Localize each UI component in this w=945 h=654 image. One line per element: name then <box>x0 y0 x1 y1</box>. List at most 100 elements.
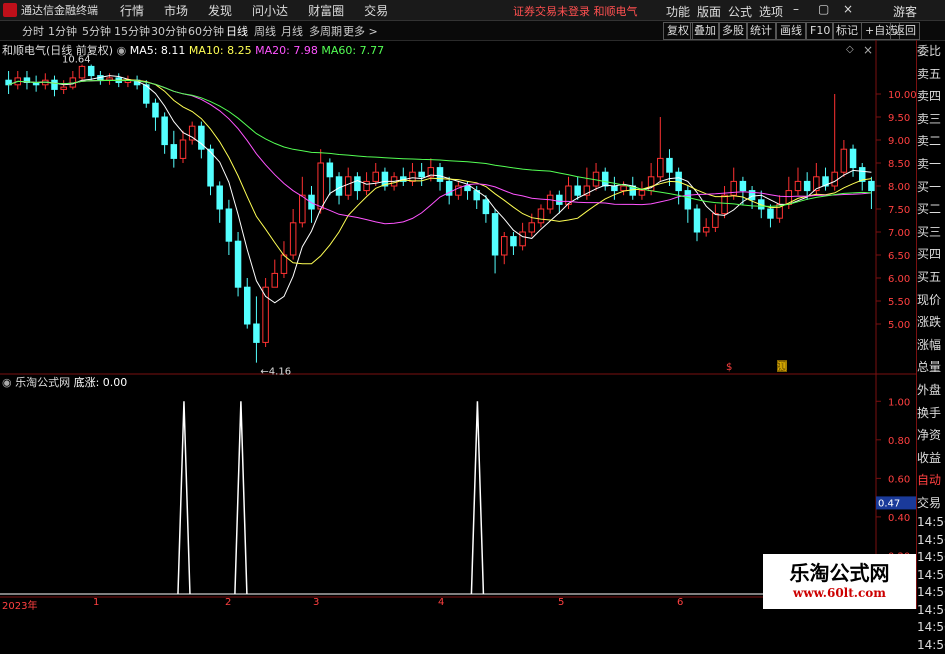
multi-stock-button[interactable]: 多股 <box>718 22 748 40</box>
side-panel-item: 收益 <box>917 450 942 465</box>
adjust-button[interactable]: 复权 <box>663 22 693 40</box>
ma5-label: MA5: 8.11 <box>129 44 186 57</box>
date-tick: 5 <box>558 597 565 608</box>
indicator-tick-label: 0.80 <box>888 436 910 447</box>
draw-button[interactable]: 画线 <box>776 22 806 40</box>
menu-options[interactable]: 选项 <box>759 3 783 20</box>
price-tick-label: 8.00 <box>888 182 910 193</box>
candle-down <box>611 185 618 192</box>
side-panel-item: 买二 <box>917 202 942 217</box>
period-monthly[interactable]: 月线 <box>281 23 303 39</box>
side-panel-item: 买五 <box>917 269 942 284</box>
max-icon[interactable]: ▢ <box>818 2 829 16</box>
candle-up <box>528 222 536 233</box>
period-multi[interactable]: 多周期 <box>309 23 342 39</box>
menu-market[interactable]: 市场 <box>164 2 188 19</box>
candle-up <box>831 171 838 187</box>
f10-button[interactable]: F10 <box>806 22 835 40</box>
price-tick-label: 8.50 <box>888 159 910 170</box>
candle-up <box>721 194 728 215</box>
candle-down <box>803 180 811 192</box>
period-1min[interactable]: 1分钟 <box>48 23 77 39</box>
diamond-icon[interactable]: ◇ <box>846 44 854 55</box>
side-panel-item: 卖二 <box>917 134 942 149</box>
period-intraday[interactable]: 分时 <box>22 23 44 39</box>
candle-down <box>335 176 343 196</box>
candle-up <box>840 148 848 173</box>
candle-up <box>317 162 324 210</box>
menu-wealth[interactable]: 财富圈 <box>308 2 344 19</box>
side-panel-item: 14:56 <box>917 550 945 565</box>
settings-icon[interactable]: ◉ <box>117 44 127 57</box>
menu-function[interactable]: 功能 <box>666 3 690 20</box>
mark-button[interactable]: 标记 <box>832 22 862 40</box>
side-panel-item: 买一 <box>917 179 942 194</box>
period-15min[interactable]: 15分钟 <box>114 23 150 39</box>
period-daily[interactable]: 日线 <box>226 23 248 39</box>
side-panel-item: 买四 <box>917 247 942 262</box>
candle-up <box>188 125 196 141</box>
period-60min[interactable]: 60分钟 <box>188 23 224 39</box>
menu-discover[interactable]: 发现 <box>208 2 232 19</box>
candle-down <box>253 323 260 343</box>
stats-button[interactable]: 统计 <box>746 22 776 40</box>
menu-formula[interactable]: 公式 <box>728 3 752 20</box>
side-panel-item: 14:56 <box>917 532 945 547</box>
candle-up <box>546 194 554 210</box>
close-icon[interactable]: × <box>843 2 853 16</box>
candle-down <box>87 65 95 77</box>
price-tick-label: 10.00 <box>888 90 916 101</box>
period-30min[interactable]: 30分钟 <box>151 23 187 39</box>
candle-down <box>491 213 499 256</box>
side-panel-item: 净资 <box>917 428 942 443</box>
ma-info-line: 和顺电气(日线 前复权) ◉ MA5: 8.11 MA10: 8.25 MA20… <box>2 42 384 58</box>
side-panel-item: 卖五 <box>917 66 942 81</box>
side-panel-item: 卖三 <box>917 111 942 126</box>
candle-up <box>537 208 545 224</box>
candle-up <box>794 180 802 192</box>
candle-down <box>243 286 251 325</box>
menu-ask[interactable]: 问小达 <box>252 2 288 19</box>
side-panel-item: 卖一 <box>917 156 942 171</box>
period-5min[interactable]: 5分钟 <box>82 23 111 39</box>
price-tick-label: 5.50 <box>888 297 910 308</box>
period-more[interactable]: 更多 > <box>343 23 378 39</box>
side-panel-item: 14:56 <box>917 620 945 635</box>
back-button[interactable]: 返回 <box>890 22 920 40</box>
candle-down <box>601 171 609 187</box>
indicator-name: 乐淘公式网 <box>15 376 71 389</box>
candle-down <box>767 208 774 219</box>
side-panel-item: 14:56 <box>917 602 945 617</box>
min-icon[interactable]: – <box>793 2 799 16</box>
candle-up <box>179 139 187 159</box>
candle-up <box>363 180 370 192</box>
side-panel-item: 换手 <box>917 405 942 420</box>
candle-down <box>482 199 490 215</box>
overlay-button[interactable]: 叠加 <box>690 22 720 40</box>
low-price-label: ←4.16 <box>260 367 291 378</box>
period-weekly[interactable]: 周线 <box>254 23 276 39</box>
login-warning: 证券交易未登录 和顺电气 <box>513 5 638 18</box>
candle-up <box>620 185 627 192</box>
candle-down <box>849 148 857 169</box>
menu-layout[interactable]: 版面 <box>697 3 721 20</box>
candle-up <box>299 194 306 224</box>
guest-label[interactable]: 游客 <box>893 3 917 20</box>
side-panel-item: 委比 <box>917 44 942 58</box>
candle-up <box>60 86 67 90</box>
indicator-current-value: 0.47 <box>878 498 900 509</box>
kline-chart[interactable]: 10.00 9.50 9.00 8.50 8.00 7.50 7.00 6.50 6.00 5.5… <box>0 40 916 598</box>
indicator-info: ◉ 乐淘公式网 底涨: 0.00 <box>2 374 127 390</box>
candle-up <box>289 222 297 256</box>
candle-down <box>556 194 563 205</box>
menu-trade[interactable]: 交易 <box>364 2 388 19</box>
candle-down <box>161 116 168 146</box>
side-panel-item: 14:56 <box>917 567 945 582</box>
chart-close-icon[interactable]: × <box>863 43 873 57</box>
signal-spike <box>234 401 248 595</box>
indicator-settings-icon[interactable]: ◉ <box>2 376 12 389</box>
ma10-label: MA10: 8.25 <box>188 44 252 57</box>
candle-down <box>216 185 223 210</box>
candle-up <box>712 213 719 228</box>
menu-quotes[interactable]: 行情 <box>120 2 144 19</box>
